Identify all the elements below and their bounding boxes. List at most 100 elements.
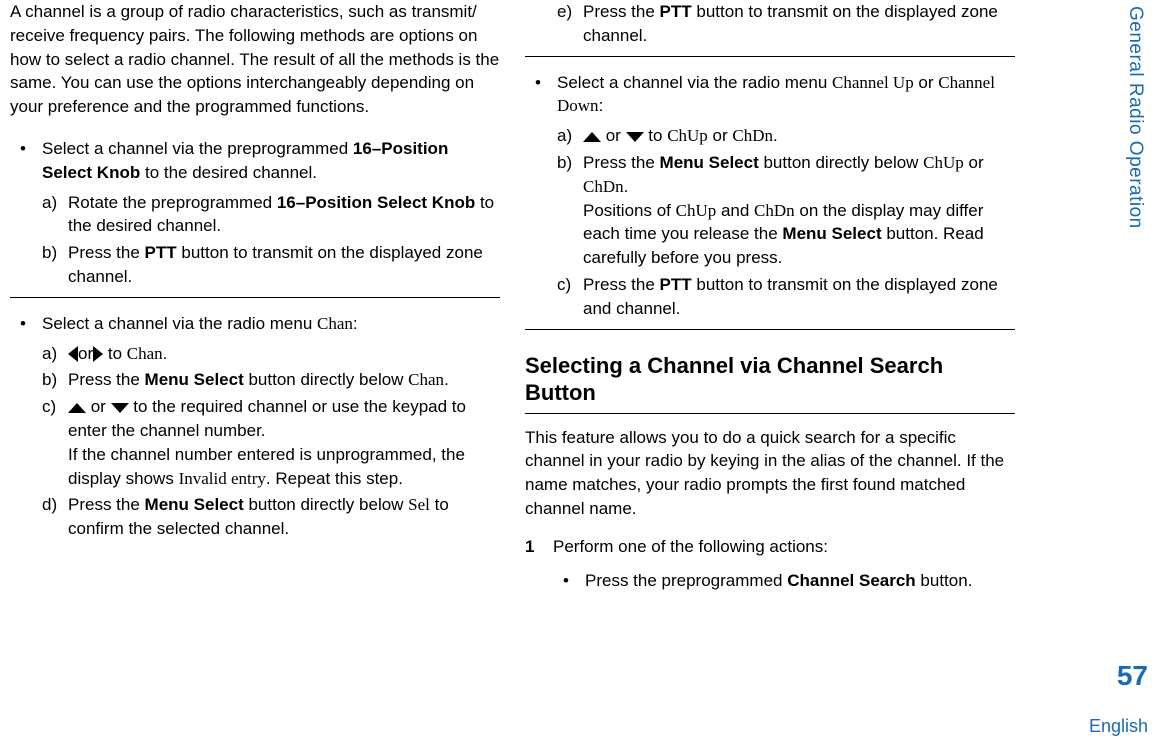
language-label: English bbox=[1089, 714, 1148, 739]
softkey-chup: ChUp bbox=[667, 126, 708, 145]
arrow-down-icon bbox=[626, 132, 644, 142]
bullet-chan-text: Select a channel via the radio menu Chan… bbox=[42, 312, 500, 336]
numbered-step-1: 1 Perform one of the following actions: … bbox=[525, 535, 1015, 593]
step-c: c) Press the PTT button to transmit on t… bbox=[557, 273, 1015, 321]
step-b: b) Press the PTT button to transmit on t… bbox=[42, 241, 500, 289]
step-marker: a) bbox=[42, 342, 68, 366]
softkey-chdn: ChDn bbox=[732, 126, 773, 145]
text-or: or bbox=[86, 397, 111, 416]
text-fragment: and bbox=[716, 201, 754, 220]
text-fragment: button directly below bbox=[759, 153, 923, 172]
text-fragment: . bbox=[773, 126, 778, 145]
text-fragment: to bbox=[644, 126, 668, 145]
step-marker: d) bbox=[42, 493, 68, 541]
knob-label: 16–Position Select Knob bbox=[277, 193, 475, 212]
step-text: or to ChUp or ChDn. bbox=[583, 124, 1015, 148]
text-fragment: button directly below bbox=[244, 495, 408, 514]
softkey-channel-up: Channel Up bbox=[832, 73, 914, 92]
step-marker: c) bbox=[42, 395, 68, 490]
bullet-chan-method: Select a channel via the radio menu Chan… bbox=[10, 312, 500, 541]
step-text: Press the Menu Select button directly be… bbox=[68, 368, 500, 392]
text-fragment: Press the preprogrammed bbox=[585, 571, 787, 590]
text-fragment: button. bbox=[916, 571, 973, 590]
menu-select-label: Menu Select bbox=[145, 370, 244, 389]
heading-underline bbox=[525, 413, 1015, 414]
ptt-label: PTT bbox=[660, 2, 692, 21]
step-marker: c) bbox=[557, 273, 583, 321]
text-fragment: . Repeat this step. bbox=[266, 469, 403, 488]
step-a: a) Rotate the preprogrammed 16–Position … bbox=[42, 191, 500, 239]
bullet-chup-text: Select a channel via the radio menu Chan… bbox=[557, 71, 1015, 119]
intro-paragraph: A channel is a group of radio characteri… bbox=[10, 0, 500, 119]
right-column: e) Press the PTT button to transmit on t… bbox=[525, 0, 1040, 604]
text-fragment: Press the bbox=[583, 153, 660, 172]
display-invalid-entry: Invalid entry bbox=[179, 469, 266, 488]
arrow-up-icon bbox=[583, 132, 601, 142]
inner-bullet: Press the preprogrammed Channel Search b… bbox=[553, 569, 1015, 593]
left-column: A channel is a group of radio characteri… bbox=[10, 0, 525, 604]
softkey-chdn: ChDn bbox=[583, 177, 624, 196]
section-body: This feature allows you to do a quick se… bbox=[525, 426, 1015, 521]
softkey-sel: Sel bbox=[408, 495, 430, 514]
text-fragment: : bbox=[353, 314, 358, 333]
text-fragment: . bbox=[163, 344, 168, 363]
text-fragment: button directly below bbox=[244, 370, 408, 389]
section-heading-channel-search: Selecting a Channel via Channel Search B… bbox=[525, 352, 1015, 407]
text-fragment: : bbox=[599, 96, 604, 115]
text-or: or bbox=[964, 153, 984, 172]
softkey-chan: Chan bbox=[317, 314, 353, 333]
menu-select-label: Menu Select bbox=[145, 495, 244, 514]
text-fragment: to bbox=[103, 344, 127, 363]
softkey-chup: ChUp bbox=[923, 153, 964, 172]
text-or: or bbox=[601, 126, 626, 145]
ptt-label: PTT bbox=[660, 275, 692, 294]
step-text: or to the required channel or use the ke… bbox=[68, 395, 500, 490]
step-text: Press the Menu Select button directly be… bbox=[68, 493, 500, 541]
step-marker: e) bbox=[557, 0, 583, 48]
text-fragment: Positions of bbox=[583, 201, 676, 220]
text-fragment: Press the bbox=[583, 2, 660, 21]
step-text: Press the Menu Select button directly be… bbox=[583, 151, 1015, 270]
text-fragment: . bbox=[624, 177, 629, 196]
text-fragment: Select a channel via the preprogrammed bbox=[42, 139, 353, 158]
divider bbox=[525, 56, 1015, 57]
text-fragment: Select a channel via the radio menu bbox=[557, 73, 832, 92]
step-marker: b) bbox=[42, 368, 68, 392]
menu-select-label: Menu Select bbox=[782, 224, 881, 243]
step-marker: a) bbox=[42, 191, 68, 239]
arrow-left-icon bbox=[68, 346, 78, 362]
softkey-chan: Chan bbox=[408, 370, 444, 389]
text-fragment: . bbox=[444, 370, 449, 389]
ptt-label: PTT bbox=[145, 243, 177, 262]
step-a: a) or to ChUp or ChDn. bbox=[557, 124, 1015, 148]
text-or: or bbox=[914, 73, 939, 92]
text-fragment: Select a channel via the radio menu bbox=[42, 314, 317, 333]
text-fragment: to the required channel or use the keypa… bbox=[68, 397, 466, 440]
step-text: Press the PTT button to transmit on the … bbox=[68, 241, 500, 289]
step-text: Press the PTT button to transmit on the … bbox=[583, 273, 1015, 321]
step-text: or to Chan. bbox=[68, 342, 500, 366]
bullet-knob-text: Select a channel via the preprogrammed 1… bbox=[42, 137, 500, 185]
softkey-chan: Chan bbox=[127, 344, 163, 363]
step-text: Rotate the preprogrammed 16–Position Sel… bbox=[68, 191, 500, 239]
text-or: or bbox=[708, 126, 733, 145]
step-b: b) Press the Menu Select button directly… bbox=[557, 151, 1015, 270]
text-fragment: to the desired channel. bbox=[140, 163, 317, 182]
step-number: 1 bbox=[525, 535, 553, 593]
step-c: c) or to the required channel or use the… bbox=[42, 395, 500, 490]
channel-search-label: Channel Search bbox=[787, 571, 916, 590]
step-d: d) Press the Menu Select button directly… bbox=[42, 493, 500, 541]
text-fragment: Press the bbox=[68, 370, 145, 389]
step-marker: b) bbox=[42, 241, 68, 289]
step-marker: a) bbox=[557, 124, 583, 148]
arrow-up-icon bbox=[68, 403, 86, 413]
divider bbox=[525, 329, 1015, 330]
step-b: b) Press the Menu Select button directly… bbox=[42, 368, 500, 392]
arrow-right-icon bbox=[93, 346, 103, 362]
bullet-knob-method: Select a channel via the preprogrammed 1… bbox=[10, 137, 500, 289]
bullet-chup-method: Select a channel via the radio menu Chan… bbox=[525, 71, 1015, 321]
text-fragment: Press the bbox=[68, 243, 145, 262]
step-text: Press the PTT button to transmit on the … bbox=[583, 0, 1015, 48]
menu-select-label: Menu Select bbox=[660, 153, 759, 172]
step-e: e) Press the PTT button to transmit on t… bbox=[557, 0, 1015, 48]
